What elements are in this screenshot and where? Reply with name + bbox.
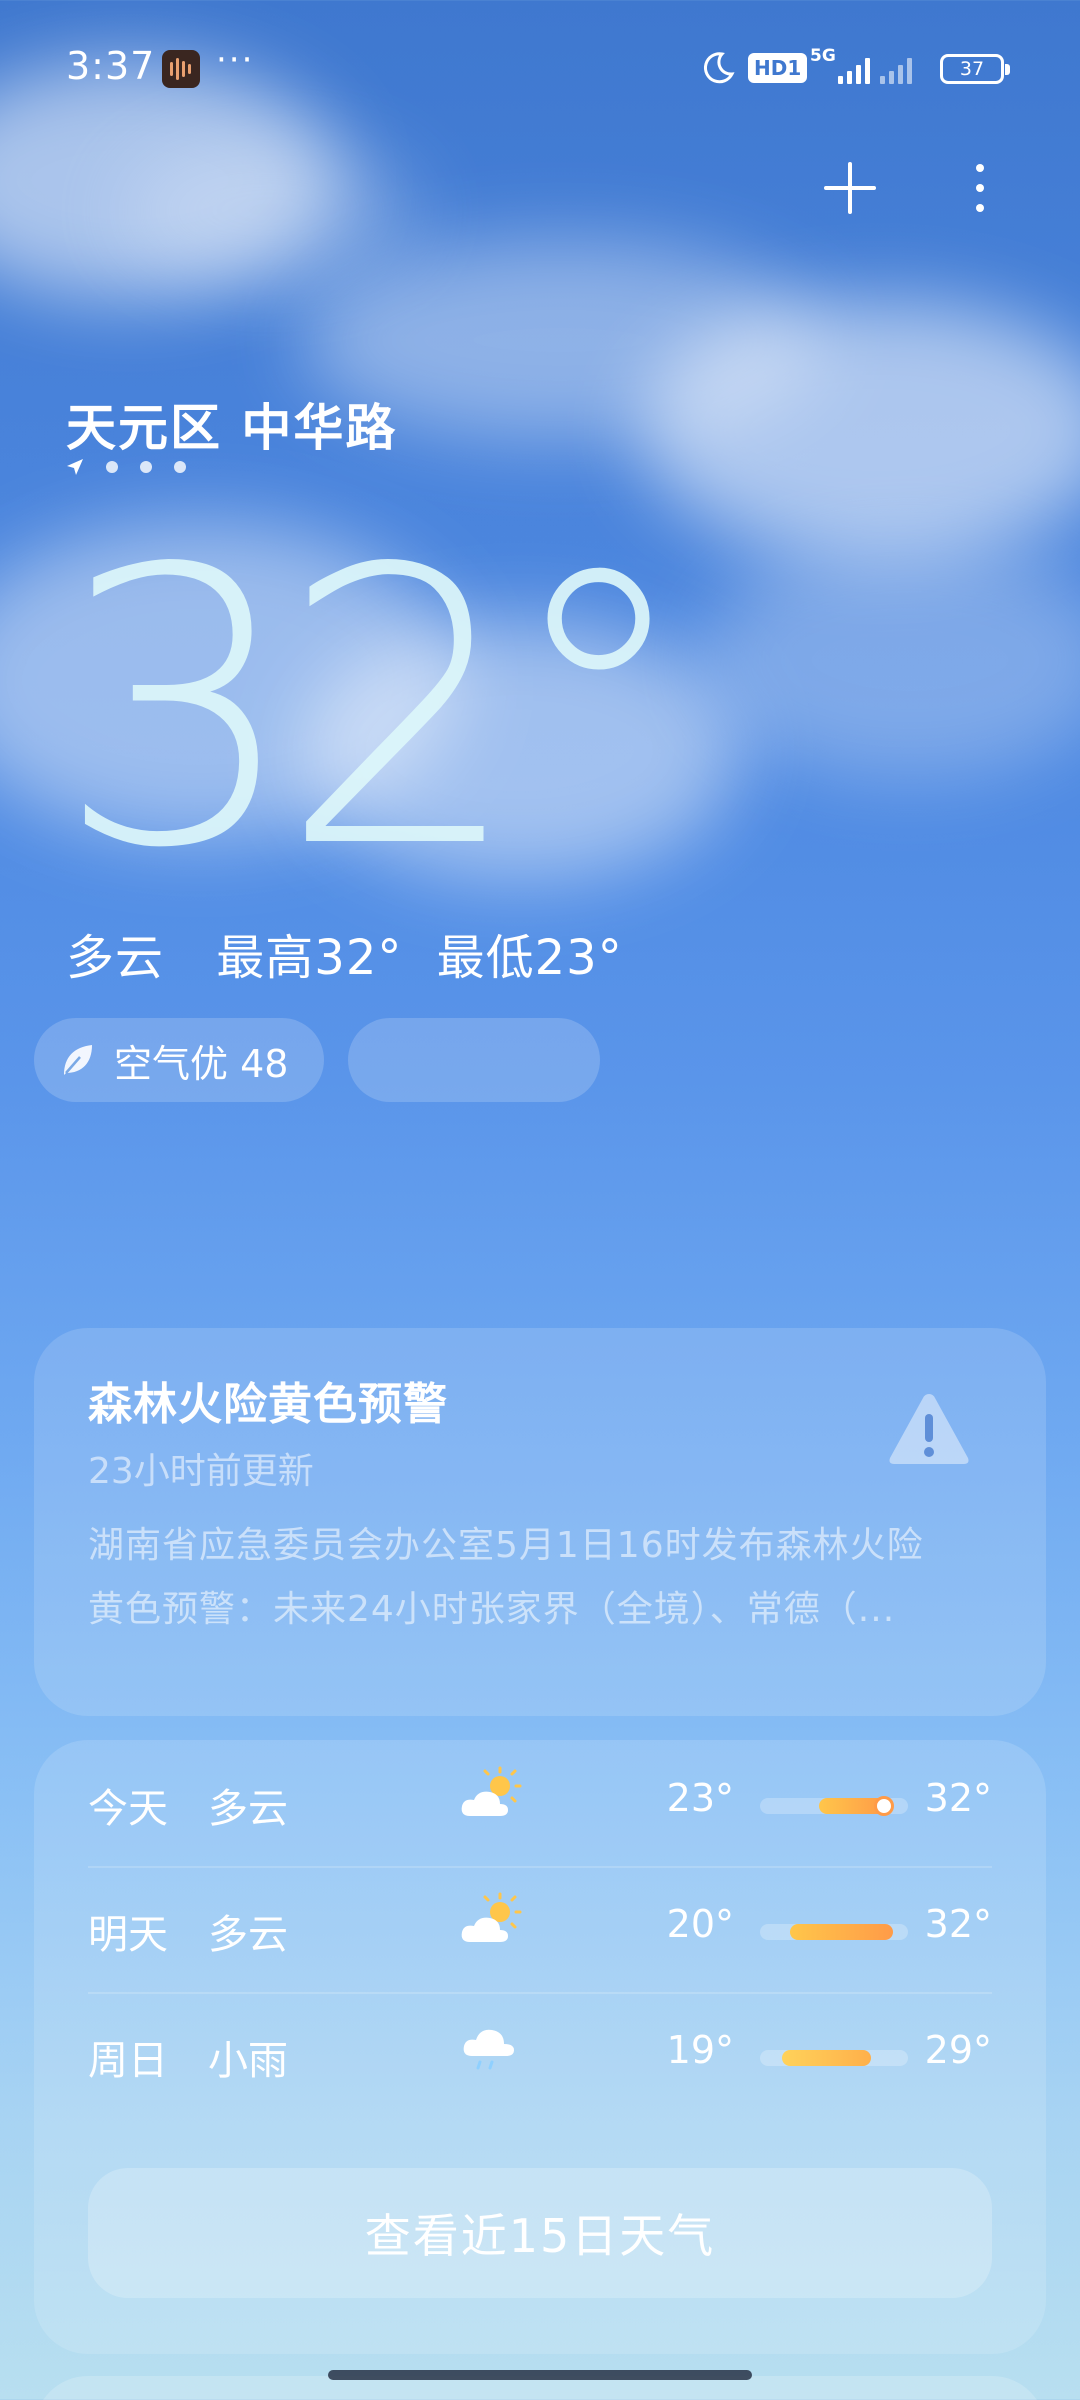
- partly-cloudy-icon: [461, 1892, 522, 1942]
- more-notifications-icon: ···: [216, 40, 255, 80]
- city-page-indicator: [66, 458, 186, 476]
- forecast-condition: 多云: [208, 1786, 288, 1832]
- current-condition: 多云: [66, 930, 165, 986]
- forecast-high: 32°: [924, 1776, 992, 1820]
- page-dot: [174, 461, 186, 473]
- page-dot: [106, 461, 118, 473]
- signal-strength-sim2-icon: [880, 58, 912, 84]
- air-quality-chip[interactable]: 空气优 48: [34, 1018, 324, 1102]
- temperature-range-bar: [760, 1796, 908, 1816]
- forecast-day: 今天: [88, 1786, 168, 1832]
- network-type: 5G: [810, 46, 836, 66]
- air-quality-label: 空气优 48: [114, 1041, 289, 1086]
- temperature-range-fill: [782, 2050, 871, 2066]
- view-15-day-forecast-button[interactable]: 查看近15日天气: [88, 2168, 992, 2298]
- location-arrow-icon: [67, 459, 83, 475]
- leaf-icon: [64, 1045, 92, 1075]
- forecast-day: 明天: [88, 1912, 168, 1958]
- hd-badge: HD1: [748, 53, 808, 83]
- high-temperature: 最高32°: [216, 930, 403, 986]
- forecast-condition: 多云: [208, 1912, 288, 1958]
- partly-cloudy-icon: [461, 1766, 522, 1816]
- alert-title: 森林火险黄色预警: [88, 1379, 448, 1430]
- alert-body-line: 湖南省应急委员会办公室5月1日16时发布森林火险: [88, 1525, 924, 1566]
- location-title: 天元区 中华路: [66, 399, 398, 457]
- forecast-card: 今天 多云 23° 32° 明天 多云 20° 32° 周日 小雨 19° 29…: [34, 1740, 1046, 2354]
- forecast-condition: 小雨: [208, 2038, 288, 2084]
- forecast-low: 19°: [666, 2028, 734, 2072]
- current-temperature: 32°: [56, 488, 694, 931]
- page-dot: [140, 461, 152, 473]
- forecast-row[interactable]: 明天 多云 20° 32°: [88, 1866, 992, 1992]
- alert-updated-time: 23小时前更新: [88, 1451, 314, 1492]
- current-temperature-marker: [873, 1796, 894, 1816]
- status-time: 3:37: [66, 44, 156, 88]
- alert-body-line: 黄色预警：未来24小时张家界（全境）、常德（...: [88, 1589, 896, 1630]
- temperature-range-fill: [789, 1924, 894, 1940]
- low-temperature: 最低23°: [436, 930, 623, 986]
- condition-summary: 多云 最高32° 最低23°: [66, 918, 623, 988]
- forecast-high: 32°: [924, 1902, 992, 1946]
- temperature-range-bar: [760, 2050, 908, 2066]
- info-chip[interactable]: [348, 1018, 600, 1102]
- light-rain-icon: [463, 2029, 514, 2070]
- alert-body: 湖南省应急委员会办公室5月1日16时发布森林火险 黄色预警：未来24小时张家界（…: [88, 1514, 1008, 1642]
- status-bar: 3:37 ··· HD1 5G 37: [0, 0, 1080, 140]
- forecast-low: 23°: [666, 1776, 734, 1820]
- warning-icon: [889, 1394, 969, 1464]
- forecast-low: 20°: [666, 1902, 734, 1946]
- more-options-button[interactable]: [960, 160, 1000, 216]
- battery-icon: 37: [940, 54, 1010, 84]
- do-not-disturb-icon: [703, 52, 735, 84]
- forecast-row[interactable]: 周日 小雨 19° 29°: [88, 1992, 992, 2118]
- temperature-range-bar: [760, 1924, 908, 1940]
- add-city-button[interactable]: [822, 160, 878, 216]
- forecast-day: 周日: [88, 2038, 168, 2084]
- weather-alert-card[interactable]: 森林火险黄色预警 23小时前更新 湖南省应急委员会办公室5月1日16时发布森林火…: [34, 1328, 1046, 1716]
- voice-recorder-icon: [162, 50, 200, 88]
- forecast-row[interactable]: 今天 多云 23° 32°: [88, 1740, 992, 1866]
- signal-strength-icon: [838, 58, 870, 84]
- home-indicator[interactable]: [328, 2370, 752, 2380]
- forecast-high: 29°: [924, 2028, 992, 2072]
